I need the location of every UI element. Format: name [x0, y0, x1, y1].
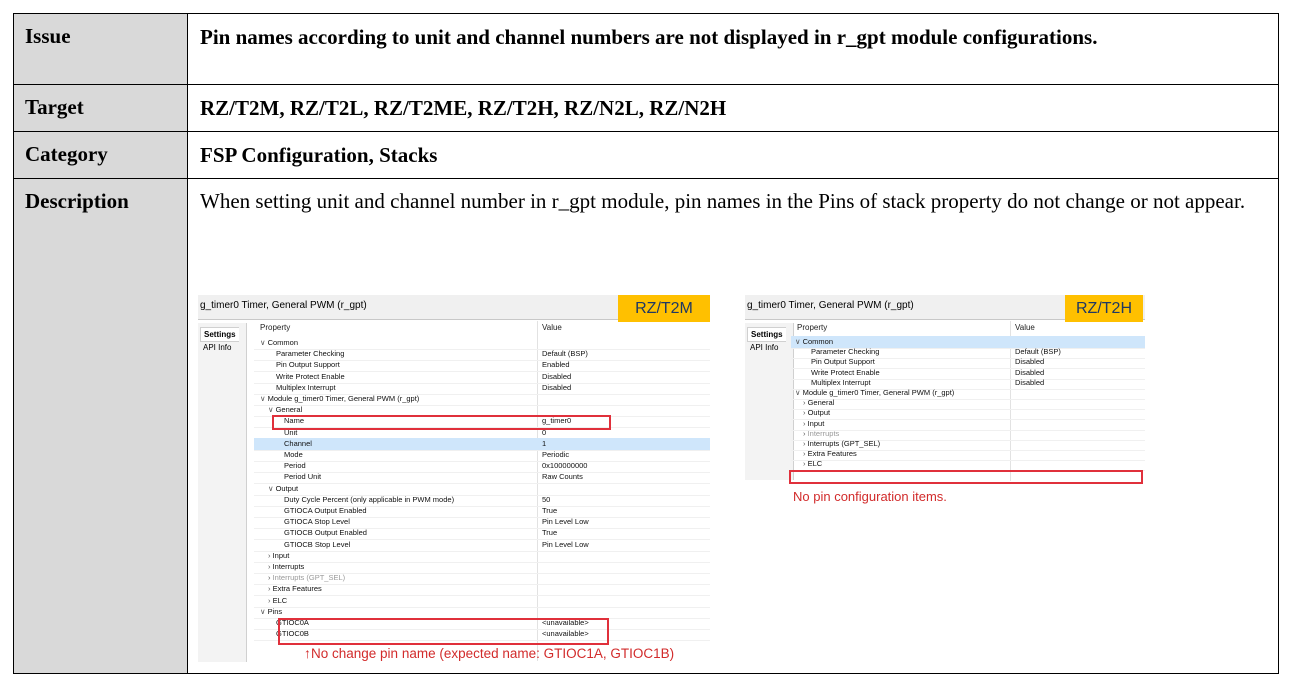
target-label: Target [13, 84, 188, 132]
property-label: Output [275, 483, 299, 493]
property-label: Common [802, 337, 834, 346]
property-label: Module g_timer0 Timer, General PWM (r_gp… [267, 394, 420, 403]
property-name: ∨ Common [260, 337, 298, 349]
target-value: RZ/T2M, RZ/T2L, RZ/T2ME, RZ/T2H, RZ/N2L,… [187, 84, 1279, 132]
rzt2m-screenshot: g_timer0 Timer, General PWM (r_gpt) RZ/T… [198, 295, 710, 662]
device-badge: RZ/T2M [618, 295, 710, 322]
property-name: › Extra Features [268, 583, 322, 595]
description-label: Description [13, 178, 188, 674]
property-label: Interrupts [807, 428, 840, 438]
property-value: Pin Level Low [542, 517, 589, 527]
property-label: Input [807, 418, 825, 428]
right-annotation: No pin configuration items. [793, 489, 947, 504]
grid-header: Property Value [791, 321, 1145, 335]
property-value: 50 [542, 494, 551, 504]
channel-highlight [272, 415, 611, 430]
chevron-down-icon[interactable]: ∨ [795, 388, 803, 397]
property-name: Period [284, 461, 306, 471]
pins-highlight [278, 618, 609, 645]
property-value: Disabled [542, 382, 572, 392]
property-value: Default (BSP) [542, 349, 588, 359]
tab-api-info[interactable]: API Info [747, 341, 781, 354]
device-badge: RZ/T2H [1065, 295, 1143, 322]
property-name: GTIOCB Output Enabled [284, 528, 367, 538]
property-name: › Input [268, 550, 289, 562]
tab-api-info[interactable]: API Info [200, 341, 234, 354]
property-label: Interrupts (GPT_SEL) [272, 573, 346, 583]
description-text: When setting unit and channel number in … [200, 189, 1246, 213]
property-value: Raw Counts [542, 472, 583, 482]
property-name: Mode [284, 450, 303, 459]
panel-title: g_timer0 Timer, General PWM (r_gpt) [747, 300, 914, 311]
issue-label: Issue [13, 13, 188, 85]
property-name: › ELC [803, 458, 822, 470]
property-value: 0x100000000 [542, 461, 588, 471]
property-label: Common [267, 338, 299, 347]
property-label: General [807, 398, 835, 408]
property-label: Extra Features [272, 584, 322, 594]
property-label: Input [272, 550, 290, 560]
chevron-down-icon[interactable]: ∨ [795, 337, 803, 346]
target-row: Target RZ/T2M, RZ/T2L, RZ/T2ME, RZ/T2H, … [13, 84, 1279, 132]
side-tabs: Settings API Info [745, 323, 794, 480]
property-name: GTIOCA Output Enabled [284, 506, 367, 515]
property-label: Pins [267, 606, 283, 616]
col-value: Value [542, 323, 562, 332]
property-label: ELC [807, 459, 823, 469]
property-label: Extra Features [807, 449, 857, 459]
chevron-down-icon[interactable]: ∨ [268, 405, 276, 414]
chevron-down-icon[interactable]: ∨ [260, 607, 268, 616]
annotation-text: No change pin name (expected name: GTIOC… [311, 646, 675, 661]
property-name: Pin Output Support [276, 360, 340, 370]
issue-row: Issue Pin names according to unit and ch… [13, 13, 1279, 85]
col-property: Property [260, 323, 291, 332]
property-label: Interrupts (GPT_SEL) [807, 439, 881, 448]
arrow-up-icon: ↑ [304, 645, 311, 661]
property-label: General [275, 405, 303, 415]
property-name: Parameter Checking [276, 349, 345, 359]
grid-header: Property Value [254, 321, 710, 335]
empty-pins-highlight [789, 470, 1143, 484]
property-name: › Interrupts [268, 561, 304, 573]
property-name: GTIOCA Stop Level [284, 517, 350, 527]
property-name: ∨ Output [268, 483, 298, 495]
property-name: Period Unit [284, 472, 322, 482]
panel-title: g_timer0 Timer, General PWM (r_gpt) [200, 300, 367, 311]
property-name: › ELC [268, 595, 287, 607]
issue-value: Pin names according to unit and channel … [187, 13, 1279, 85]
property-value: Pin Level Low [542, 539, 589, 549]
category-label: Category [13, 131, 188, 179]
property-name: Channel [284, 438, 312, 448]
category-value: FSP Configuration, Stacks [187, 131, 1279, 179]
side-tabs: Settings API Info [198, 323, 247, 662]
property-value: Periodic [542, 450, 570, 459]
col-value: Value [1015, 323, 1035, 332]
property-name: ∨ Module g_timer0 Timer, General PWM (r_… [260, 393, 419, 405]
chevron-down-icon[interactable]: ∨ [268, 484, 276, 493]
property-value: Disabled [542, 371, 572, 381]
tab-settings[interactable]: Settings [747, 327, 786, 342]
property-value: Enabled [542, 360, 570, 370]
property-name: Duty Cycle Percent (only applicable in P… [284, 494, 455, 504]
chevron-down-icon[interactable]: ∨ [260, 338, 268, 347]
tab-settings[interactable]: Settings [200, 327, 239, 342]
property-label: Module g_timer0 Timer, General PWM (r_gp… [802, 388, 955, 397]
col-property: Property [797, 323, 828, 332]
category-row: Category FSP Configuration, Stacks [13, 131, 1279, 179]
property-name: GTIOCB Stop Level [284, 539, 351, 549]
property-label: Interrupts [272, 562, 305, 571]
left-annotation: ↑No change pin name (expected name: GTIO… [304, 645, 674, 661]
property-value: True [542, 528, 558, 538]
property-name: › Interrupts (GPT_SEL) [268, 572, 345, 584]
property-label: Output [807, 408, 831, 418]
property-label: ELC [272, 595, 288, 605]
chevron-down-icon[interactable]: ∨ [260, 394, 268, 403]
property-name: ∨ Pins [260, 606, 282, 618]
rzt2h-screenshot: g_timer0 Timer, General PWM (r_gpt) RZ/T… [745, 295, 1145, 510]
property-name: Multiplex Interrupt [276, 382, 336, 392]
property-name: Write Protect Enable [276, 371, 345, 381]
property-value: 1 [542, 438, 547, 448]
property-value: True [542, 506, 558, 515]
